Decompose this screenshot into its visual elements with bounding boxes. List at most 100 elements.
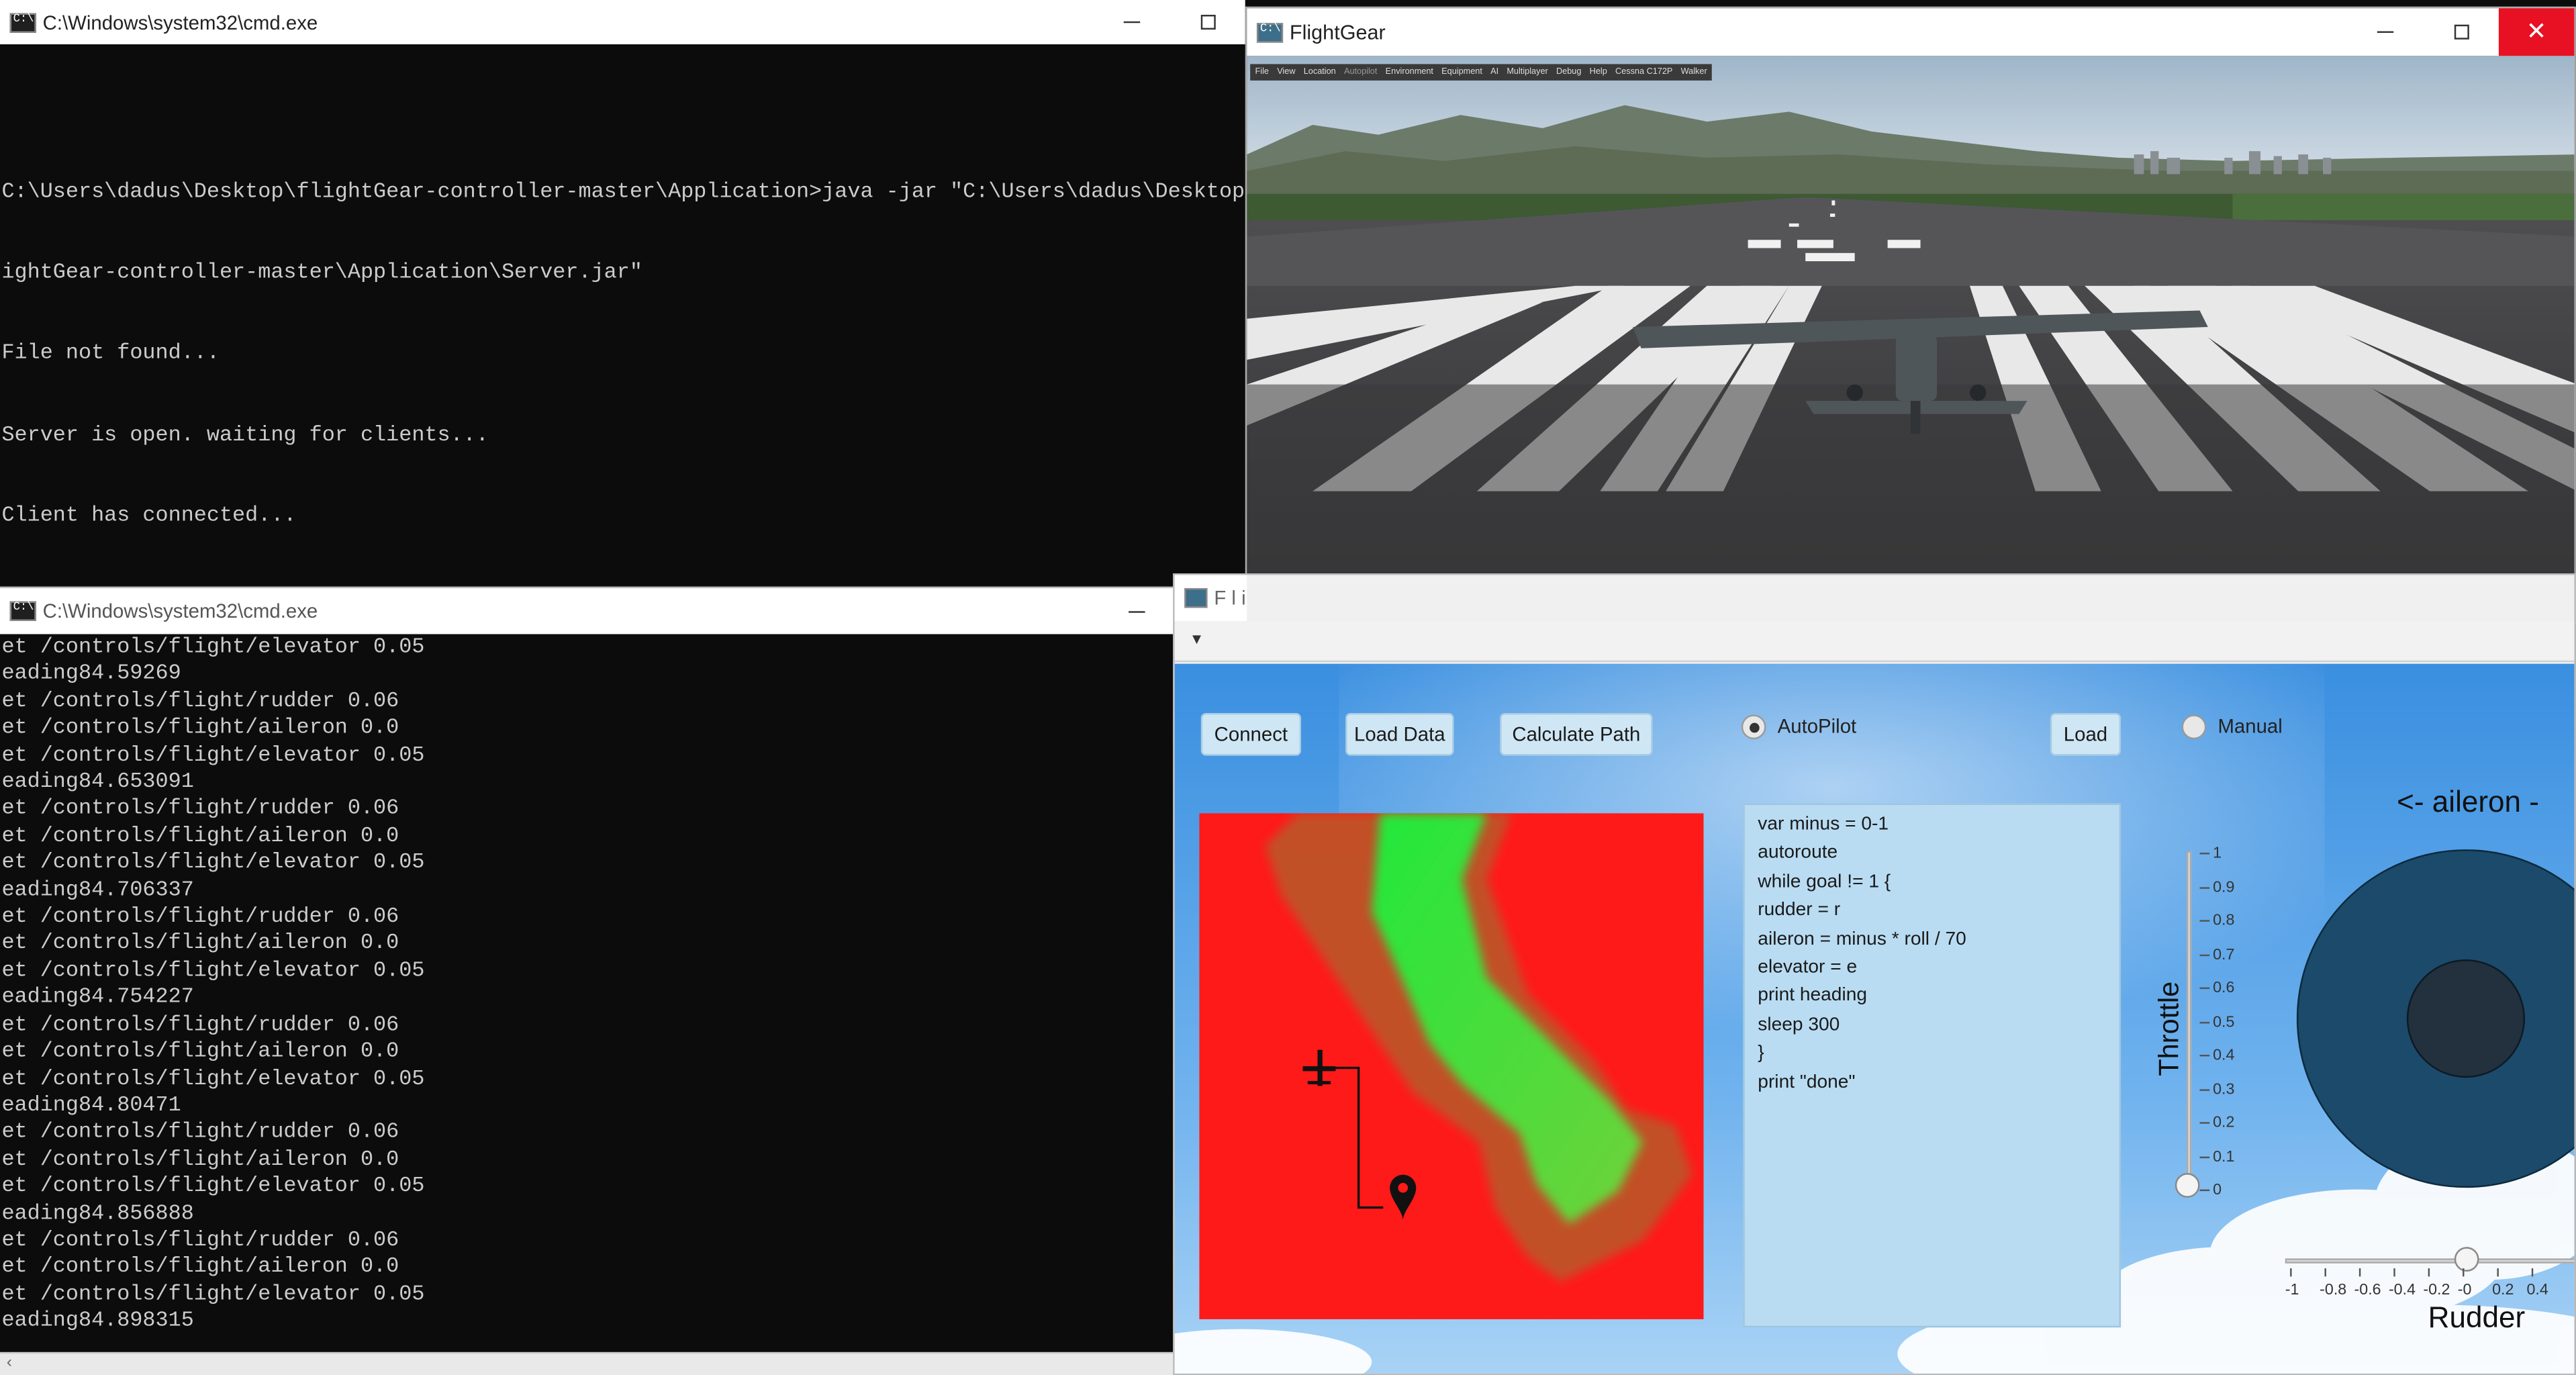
cmd-app-icon xyxy=(9,601,36,621)
console-line: et /controls/flight/aileron 0.0 xyxy=(1,1038,399,1063)
console-line: et /controls/flight/rudder 0.06 xyxy=(1,688,399,713)
fg-menu-environment[interactable]: Environment xyxy=(1386,67,1433,77)
cmd-output-top[interactable]: C:\Users\dadus\Desktop\flightGear-contro… xyxy=(0,44,1245,591)
cmd-title-top: C:\Windows\system32\cmd.exe xyxy=(42,10,318,34)
load-data-button[interactable]: Load Data xyxy=(1345,712,1454,756)
script-line: print heading xyxy=(1758,986,1868,1006)
console-line: File not found... xyxy=(1,340,220,366)
manual-label[interactable]: Manual xyxy=(2217,714,2282,737)
script-line: autoroute xyxy=(1758,843,1838,863)
script-line: aileron = minus * roll / 70 xyxy=(1758,929,1966,949)
throttle-tick-label: 0.2 xyxy=(2213,1114,2235,1132)
throttle-tick-label: 0.4 xyxy=(2213,1046,2235,1065)
throttle-tick-mark xyxy=(2199,1088,2210,1090)
flightgear-window: FlightGear ✕ xyxy=(1245,6,2576,624)
console-line: C:\Users\dadus\Desktop\flightGear-contro… xyxy=(1,179,1245,204)
app-titlebar[interactable]: F l i xyxy=(1174,575,1247,621)
cmd-output-bottom[interactable]: et /controls/flight/elevator 0.05 eading8… xyxy=(0,634,1175,1352)
app-title: F l i xyxy=(1214,586,1246,610)
minimize-button[interactable] xyxy=(2348,8,2424,56)
joystick-knob[interactable] xyxy=(2406,959,2526,1078)
maximize-button[interactable] xyxy=(2423,8,2499,56)
fg-menu-file[interactable]: File xyxy=(1255,67,1269,77)
app-icon xyxy=(1184,588,1208,608)
minimize-icon xyxy=(2377,31,2394,33)
rudder-tick-label: 0.4 xyxy=(2526,1281,2548,1300)
throttle-label: Throttle xyxy=(2154,981,2185,1076)
rudder-slider-track[interactable] xyxy=(2285,1258,2575,1264)
script-line: rudder = r xyxy=(1758,900,1841,920)
fg-menu-cessna[interactable]: Cessna C172P xyxy=(1615,67,1672,77)
cmd-titlebar-bottom[interactable]: C:\Windows\system32\cmd.exe xyxy=(0,588,1175,634)
script-line: var minus = 0-1 xyxy=(1758,814,1889,835)
autopilot-script-textarea[interactable]: var minus = 0-1 autoroute while goal != 1 … xyxy=(1743,803,2121,1328)
console-line: et /controls/flight/aileron 0.0 xyxy=(1,931,399,955)
console-line: eading84.706337 xyxy=(1,876,194,902)
rudder-tick-label: -0 xyxy=(2457,1281,2472,1300)
load-script-button[interactable]: Load xyxy=(2050,712,2121,756)
fg-menu-location[interactable]: Location xyxy=(1304,67,1336,77)
console-line: et /controls/flight/aileron 0.0 xyxy=(1,1146,399,1172)
autopilot-label[interactable]: AutoPilot xyxy=(1778,714,1857,737)
maximize-button[interactable] xyxy=(1170,0,1245,44)
flightgear-titlebar[interactable]: FlightGear ✕ xyxy=(1247,8,2575,56)
fg-menu-multiplayer[interactable]: Multiplayer xyxy=(1507,67,1547,77)
fg-menu-ai[interactable]: AI xyxy=(1490,67,1498,77)
horizontal-scrollbar[interactable]: ‹ xyxy=(0,1352,1175,1375)
throttle-tick-label: 0.1 xyxy=(2213,1147,2235,1166)
connect-button[interactable]: Connect xyxy=(1200,712,1302,756)
cmd-window-top: C:\Windows\system32\cmd.exe C:\Users\dad… xyxy=(0,0,1245,591)
rudder-tick-mark xyxy=(2497,1268,2499,1277)
fg-menu-debug[interactable]: Debug xyxy=(1556,67,1581,77)
script-line: while goal != 1 { xyxy=(1758,871,1891,892)
minimize-button[interactable] xyxy=(1094,0,1170,44)
fg-menu-equipment[interactable]: Equipment xyxy=(1441,67,1482,77)
console-line: et /controls/flight/rudder 0.06 xyxy=(1,1011,399,1037)
throttle-slider-track[interactable] xyxy=(2186,851,2192,1190)
console-line: et /controls/flight/rudder 0.06 xyxy=(1,1119,399,1144)
fg-menu-walker[interactable]: Walker xyxy=(1681,67,1707,77)
console-line: et /controls/flight/elevator 0.05 xyxy=(1,742,425,767)
throttle-tick-label: 0.3 xyxy=(2213,1080,2235,1098)
rudder-tick-mark xyxy=(2428,1268,2430,1277)
throttle-slider-thumb[interactable] xyxy=(2175,1173,2200,1198)
rudder-tick-label: -0.8 xyxy=(2320,1281,2347,1300)
cmd-titlebar-top[interactable]: C:\Windows\system32\cmd.exe xyxy=(0,0,1245,45)
throttle-tick-label: 0.8 xyxy=(2213,912,2235,931)
throttle-tick-label: 0.9 xyxy=(2213,878,2235,896)
rudder-slider-thumb[interactable] xyxy=(2454,1247,2479,1272)
throttle-tick-label: 0.5 xyxy=(2213,1012,2235,1031)
console-line: et /controls/flight/elevator 0.05 xyxy=(1,1281,425,1306)
minimize-button[interactable] xyxy=(1099,588,1175,634)
console-line: et /controls/flight/rudder 0.06 xyxy=(1,1227,399,1252)
rudder-tick-label: -0.4 xyxy=(2388,1281,2416,1300)
rudder-tick-label: -0.2 xyxy=(2423,1281,2450,1300)
calculate-path-button[interactable]: Calculate Path xyxy=(1500,712,1653,756)
console-line: Server is open. waiting for clients... xyxy=(1,422,489,446)
console-line: et /controls/flight/aileron 0.0 xyxy=(1,822,399,848)
throttle-tick-label: 1 xyxy=(2213,844,2222,863)
throttle-tick-label: 0 xyxy=(2213,1181,2222,1200)
fg-menu-help[interactable]: Help xyxy=(1590,67,1607,77)
console-line: et /controls/flight/rudder 0.06 xyxy=(1,796,399,821)
flightgear-3d-view[interactable] xyxy=(1247,56,2576,624)
script-line: print "done" xyxy=(1758,1072,1856,1092)
dropdown-icon[interactable]: ▼ xyxy=(1190,631,1204,647)
app-toolbar: ▼ xyxy=(1174,620,2575,663)
manual-radio[interactable] xyxy=(2181,714,2207,740)
close-button[interactable]: ✕ xyxy=(2498,8,2575,56)
throttle-tick-mark xyxy=(2199,886,2210,888)
scroll-left-icon[interactable]: ‹ xyxy=(7,1354,12,1372)
console-line: eading84.80471 xyxy=(1,1092,181,1117)
throttle-tick-mark xyxy=(2199,1155,2210,1157)
console-line: eading84.653091 xyxy=(1,769,194,794)
rudder-tick-mark xyxy=(2290,1268,2292,1277)
maximize-icon xyxy=(1200,15,1215,30)
minimize-icon xyxy=(1129,610,1145,612)
autopilot-radio[interactable] xyxy=(1741,714,1766,740)
fg-menu-view[interactable]: View xyxy=(1277,67,1295,77)
terrain-heatmap[interactable] xyxy=(1199,813,1704,1319)
rudder-tick-mark xyxy=(2324,1268,2326,1277)
throttle-tick-mark xyxy=(2199,953,2210,955)
fg-menu-autopilot[interactable]: Autopilot xyxy=(1344,67,1377,77)
